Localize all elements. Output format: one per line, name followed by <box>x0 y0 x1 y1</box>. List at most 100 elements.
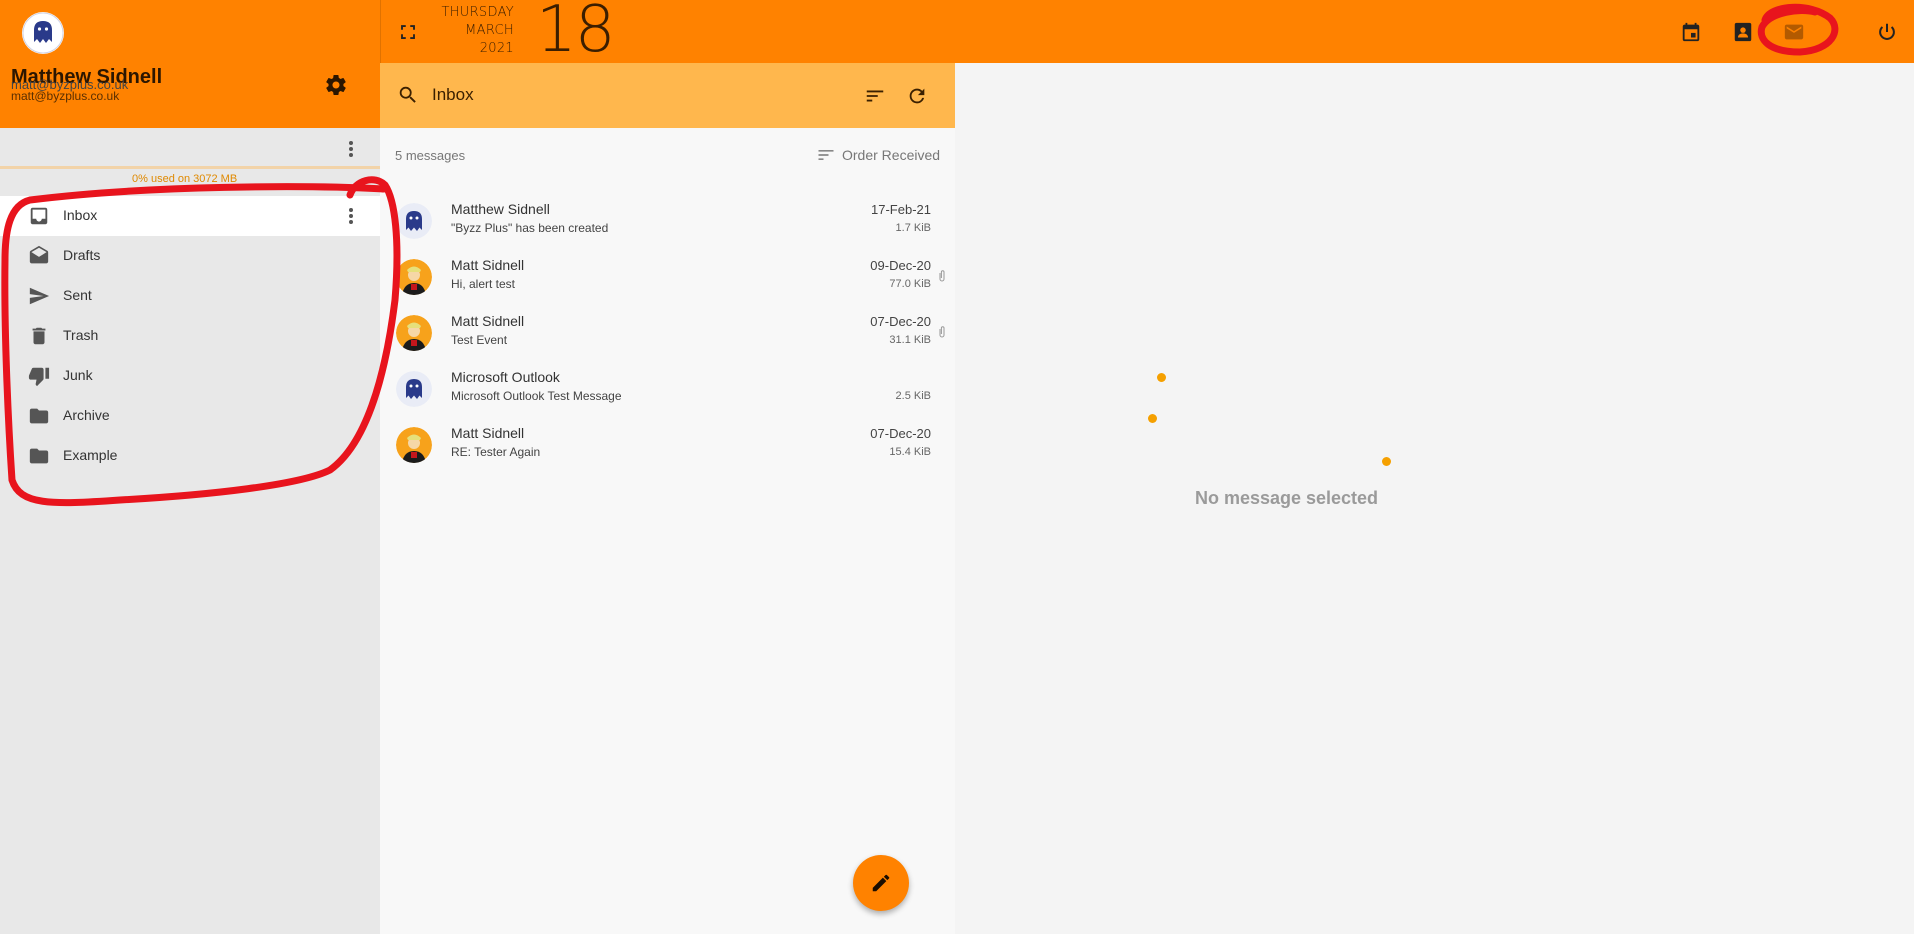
message-list-panel: 5 messages Order Received Matthew Sidnel… <box>380 63 955 934</box>
avatar <box>396 427 432 463</box>
avatar <box>396 259 432 295</box>
loading-dot <box>1382 457 1391 466</box>
loading-dot <box>1157 373 1166 382</box>
refresh-icon <box>909 88 925 104</box>
folder-inbox[interactable]: Inbox <box>0 196 380 236</box>
folder-example[interactable]: Example <box>0 436 380 476</box>
attachment-icon <box>939 270 945 282</box>
mail-icon <box>1784 24 1804 40</box>
account-email: matt@byzplus.co.uk <box>11 77 129 92</box>
folder-list: Inbox Drafts Sent Trash Junk Archive Exa… <box>0 196 380 476</box>
top-divider <box>380 0 381 63</box>
message-from: Matt Sidnell <box>451 257 525 273</box>
message-row[interactable]: Matt Sidnell Hi, alert test 09-Dec-20 77… <box>380 249 955 305</box>
message-subject: "Byzz Plus" has been created <box>451 221 609 235</box>
fullscreen-button[interactable] <box>396 20 420 44</box>
avatar <box>396 203 432 239</box>
top-bar: THURSDAY MARCH 2021 18 <box>0 0 1914 67</box>
app-logo <box>22 12 64 54</box>
folder-label: Sent <box>63 287 92 303</box>
folder-junk[interactable]: Junk <box>0 356 380 396</box>
message-from: Matt Sidnell <box>451 425 525 441</box>
person-avatar-icon <box>396 315 432 351</box>
folder-sent[interactable]: Sent <box>0 276 380 316</box>
message-row[interactable]: Matt Sidnell RE: Tester Again 07-Dec-20 … <box>380 417 955 473</box>
sort-icon <box>866 90 884 102</box>
message-size: 2.5 KiB <box>895 390 931 402</box>
message-subject: Microsoft Outlook Test Message <box>451 389 622 403</box>
folder-trash[interactable]: Trash <box>0 316 380 356</box>
power-button[interactable] <box>1874 19 1900 45</box>
date-year: 2021 <box>479 41 514 56</box>
folder-icon <box>28 445 50 467</box>
loading-dot <box>1148 414 1157 423</box>
ghost-avatar-icon <box>396 203 432 239</box>
attachment-icon <box>939 326 945 338</box>
gear-icon <box>326 75 346 96</box>
refresh-button[interactable] <box>904 83 930 109</box>
message-list: Matthew Sidnell "Byzz Plus" has been cre… <box>380 193 955 473</box>
date-block: THURSDAY MARCH 2021 <box>434 4 514 58</box>
kebab-icon <box>349 208 353 224</box>
message-row[interactable]: Matt Sidnell Test Event 07-Dec-20 31.1 K… <box>380 305 955 361</box>
message-from: Matthew Sidnell <box>451 201 550 217</box>
message-from: Microsoft Outlook <box>451 369 560 385</box>
order-button[interactable]: Order Received <box>816 144 940 166</box>
message-count: 5 messages <box>395 148 466 163</box>
message-row[interactable]: Microsoft Outlook Microsoft Outlook Test… <box>380 361 955 417</box>
folder-label: Inbox <box>63 207 98 223</box>
contacts-button[interactable] <box>1730 19 1756 45</box>
account-menu-button[interactable] <box>341 137 361 161</box>
person-avatar-icon <box>396 427 432 463</box>
quota-text: 0% used on 3072 MB <box>132 173 238 185</box>
folder-icon <box>28 405 50 427</box>
date-month: MARCH <box>465 23 514 38</box>
reading-pane: No message selected <box>955 63 1914 934</box>
folder-label: Junk <box>63 367 93 383</box>
person-avatar-icon <box>396 259 432 295</box>
message-row[interactable]: Matthew Sidnell "Byzz Plus" has been cre… <box>380 193 955 249</box>
no-message-text: No message selected <box>955 488 1914 509</box>
search-icon <box>399 86 416 103</box>
compose-button[interactable] <box>853 855 909 911</box>
calendar-button[interactable] <box>1678 19 1704 45</box>
date-day: 18 <box>536 0 615 67</box>
send-icon <box>28 285 50 307</box>
folder-archive[interactable]: Archive <box>0 396 380 436</box>
message-size: 77.0 KiB <box>889 278 931 290</box>
date-weekday: THURSDAY <box>441 5 514 20</box>
message-size: 31.1 KiB <box>889 334 931 346</box>
trash-icon <box>28 325 50 347</box>
mail-button[interactable] <box>1781 19 1807 45</box>
order-label: Order Received <box>842 147 941 163</box>
folder-label: Trash <box>63 327 99 343</box>
message-size: 15.4 KiB <box>889 446 931 458</box>
message-size: 1.7 KiB <box>895 222 931 234</box>
folder-label: Archive <box>63 407 110 423</box>
sort-button[interactable] <box>862 83 888 109</box>
ghost-avatar-icon <box>396 371 432 407</box>
folder-label: Example <box>63 447 118 463</box>
quota-bar <box>0 166 380 169</box>
folder-label: Drafts <box>63 247 101 263</box>
thumb-down-icon <box>28 365 50 387</box>
settings-button[interactable] <box>322 71 350 99</box>
power-icon <box>1879 23 1895 40</box>
profile-header: Matthew Sidnell matt@byzplus.co.uk <box>0 63 380 128</box>
inbox-icon <box>28 205 50 227</box>
folder-drafts[interactable]: Drafts <box>0 236 380 276</box>
search-input[interactable] <box>432 81 712 109</box>
contacts-icon <box>1734 22 1752 42</box>
message-date: 17-Feb-21 <box>871 202 931 217</box>
search-button[interactable] <box>396 83 420 107</box>
message-from: Matt Sidnell <box>451 313 525 329</box>
avatar <box>396 371 432 407</box>
pencil-icon <box>872 874 890 892</box>
folder-menu-button[interactable] <box>341 204 361 228</box>
fullscreen-icon <box>401 25 415 39</box>
message-date: 07-Dec-20 <box>870 426 931 441</box>
sidebar: Matthew Sidnell matt@byzplus.co.uk <box>0 63 380 934</box>
ghost-logo-icon <box>22 12 64 54</box>
message-subject: RE: Tester Again <box>451 445 541 459</box>
message-subject: Test Event <box>451 333 508 347</box>
